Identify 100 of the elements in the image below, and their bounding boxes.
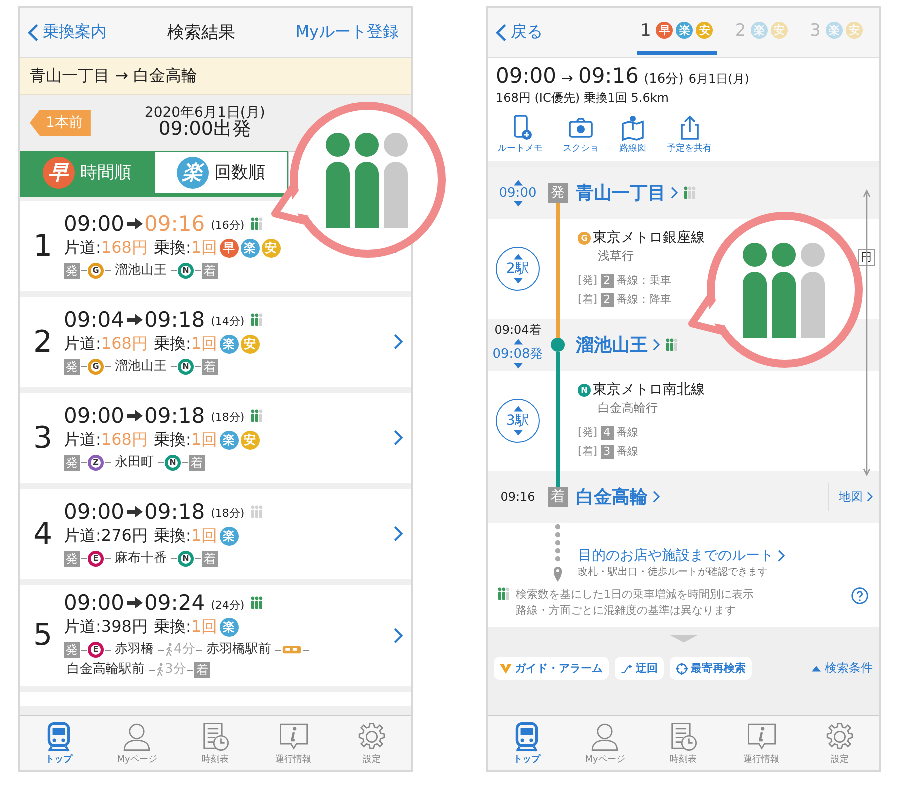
transfer-label: 乗換: [154,526,192,546]
fare-label: 片道: [64,334,102,354]
line-badge: N [178,262,194,278]
action-button[interactable]: 路線図 [619,115,647,155]
tab-bar-item[interactable]: 設定 [810,720,870,766]
stop-count-button[interactable]: 3駅 [496,399,540,443]
detour-arrow-icon [621,662,633,674]
map-link[interactable]: 地図 [828,483,873,511]
crowd-icon [743,243,825,338]
station-link[interactable]: 白金高輪 [576,485,660,509]
station-name: 永田町 [115,454,154,472]
station-link[interactable]: 溜池山王 [576,333,660,357]
tab-bar-item[interactable]: Myページ [107,720,168,766]
station-name: 麻布十番 [115,550,167,568]
platform-number: 2 [600,293,614,307]
up-arrow-icon[interactable] [514,338,522,344]
tool-button[interactable]: 最寄再検索 [670,657,752,680]
double-arrow-icon [863,189,871,477]
destination-route-link[interactable]: 目的のお店や施設までのルート [578,547,879,565]
previous-train-button[interactable]: 1本前 [30,110,91,136]
line-badge: N [178,358,194,374]
sort-tab[interactable]: 楽 回数順 [154,151,288,193]
bus-icon [282,645,302,655]
line-badge: Z [88,454,104,470]
departure-badge: 発 [64,550,80,566]
departure-badge: 発 [64,454,80,470]
camera-icon [567,115,595,141]
station-name: 白金高輪駅前 [67,661,145,679]
arrival-badge: 着 [189,454,205,470]
down-arrow-icon[interactable] [514,200,522,206]
transfer-label: 乗換: [154,430,192,450]
duration-text: (18分) [211,410,245,425]
tool-button[interactable]: 迂回 [615,657,664,680]
feature-badge: 早 [220,238,239,258]
departure-time: 09:04 [64,308,125,332]
route-card[interactable]: 3 09:00 09:18 (18分) 片道:168円 乗換:1回 楽 安 発 Z 永田町 N 着 [20,393,411,483]
departure-time: 09:00 [64,591,125,615]
platform-number: 2 [600,274,614,288]
tab-bar-item[interactable]: 設定 [342,720,402,766]
transfer-label: 乗換: [154,617,192,638]
crowd-icon [250,504,263,518]
search-conditions-button[interactable]: 検索条件 [812,660,873,677]
help-icon[interactable] [851,587,869,605]
tab-bar-item[interactable]: 運行情報 [264,720,324,766]
tab-bar-item[interactable]: Myページ [575,720,636,766]
departure-time: 09:08発 [492,346,544,362]
walk-time: 3分 [165,661,186,679]
down-arrow-icon[interactable] [514,362,522,368]
transfer-count: 1回 [191,334,218,354]
crowd-icon [326,133,408,228]
sort-tab[interactable]: 早 時間順 [20,151,154,193]
arrow-icon [126,597,143,609]
back-button[interactable]: 乗換案内 [28,22,107,43]
fare-label: 片道: [64,617,102,638]
fare-value: 168円 [101,334,148,354]
crowd-icon [666,338,678,352]
route-number: 3 [32,420,54,456]
departure-time: 09:00出発 [158,120,252,140]
action-button[interactable]: スクショ [563,115,599,155]
route-card[interactable]: 5 09:00 09:24 (24分) 片道:398円 乗換:1回 楽 発 E 赤羽橋 4分 赤羽橋駅前 白金高輪駅前 3分 着 [20,585,411,686]
action-button[interactable]: 予定を共有 [667,115,712,155]
line-badge: N [178,550,194,566]
route-number: 5 [32,618,54,653]
tab-bar-item[interactable]: 時刻表 [185,720,246,766]
duration-text: (18分) [211,506,245,521]
chevron-icon [653,491,660,503]
stop-count-button[interactable]: 2駅 [496,247,540,291]
arrival-badge: 着 [548,487,568,507]
departure-time: 09:00 [499,186,537,200]
line-badge: G [88,358,104,374]
duration-text: (24分) [211,598,245,612]
transfer-label: 乗換: [154,238,192,258]
line-badge: E [88,550,104,566]
arrow-icon [126,314,143,326]
route-card[interactable]: 2 09:04 09:18 (14分) 片道:168円 乗換:1回 楽 安 発 G 溜池山王 N 着 [20,297,411,387]
tab-bar-item[interactable]: トップ [29,720,90,766]
platform-tag: [着] [578,291,598,309]
departure-badge: 発 [64,262,80,278]
duration-text: (16分) [211,218,245,233]
arrow-icon [126,410,143,422]
tab-bar-item[interactable]: 運行情報 [732,720,792,766]
walking-icon [165,643,174,657]
station-link[interactable]: 青山一丁目 [576,181,678,205]
action-button[interactable]: ルートメモ [498,115,543,155]
arrival-time: 09:18 [144,404,206,428]
tab-bar-item[interactable]: トップ [497,720,558,766]
crowd-icon [250,596,263,610]
up-arrow-icon[interactable] [514,180,522,186]
arrival-time: 09:16 [500,490,536,504]
chevron-icon [394,430,403,446]
route-tab[interactable]: 1 早 楽 安 [636,10,718,54]
tool-button[interactable]: ガイド・アラーム [494,657,609,680]
register-route-link[interactable]: Myルート登録 [296,22,399,43]
back-button[interactable]: 戻る [496,22,543,43]
fare-value: 168円 [101,238,148,258]
arrival-time: 09:24 [144,591,206,615]
arrival-time: 09:04着 [494,322,542,338]
route-card[interactable]: 4 09:00 09:18 (18分) 片道:276円 乗換:1回 楽 発 E 麻布十番 N 着 [20,489,411,579]
tab-bar-item[interactable]: 時刻表 [653,720,714,766]
platform-tag: [発] [578,424,598,442]
